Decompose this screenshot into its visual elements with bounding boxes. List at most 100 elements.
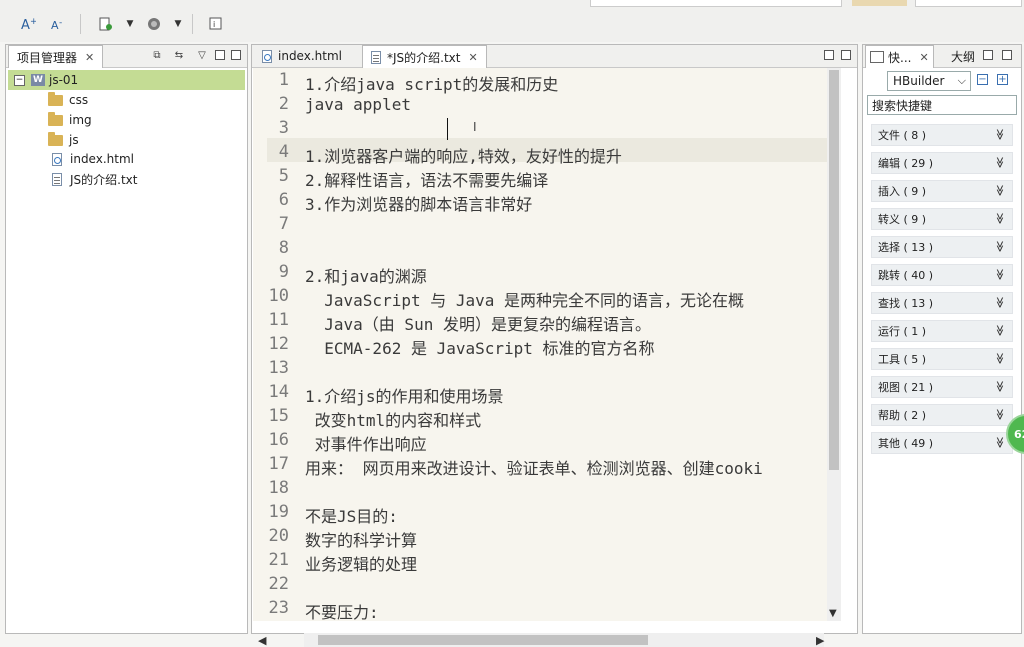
code-line[interactable]: JavaScript 与 Java 是两种完全不同的语言，无论在概 <box>305 287 744 311</box>
line-number: 7 <box>278 214 289 234</box>
line-number: 13 <box>268 358 289 378</box>
code-line[interactable]: 改变html的内容和样式 <box>305 407 482 431</box>
text-file-icon <box>371 50 381 64</box>
shortcut-category[interactable]: 转义 ( 9 ) ≫ <box>871 208 1013 230</box>
code-line[interactable]: 2.和java的渊源 <box>305 263 427 287</box>
tree-item-label: index.html <box>70 152 134 166</box>
expand-chevron-icon[interactable]: ≫ <box>994 241 1007 253</box>
shortcut-category[interactable]: 插入 ( 9 ) ≫ <box>871 180 1013 202</box>
shortcut-category-label: 运行 ( 1 ) <box>878 325 927 338</box>
collapse-toggle-icon[interactable]: − <box>14 74 25 86</box>
expand-chevron-icon[interactable]: ≫ <box>994 213 1007 225</box>
maximize-icon[interactable] <box>1002 50 1012 60</box>
shortcut-category[interactable]: 帮助 ( 2 ) ≫ <box>871 404 1013 426</box>
expand-icon[interactable]: + <box>997 74 1008 85</box>
shortcut-category[interactable]: 运行 ( 1 ) ≫ <box>871 320 1013 342</box>
code-line[interactable]: 1.浏览器客户端的响应,特效，友好性的提升 <box>305 143 622 167</box>
close-icon[interactable]: ✕ <box>85 51 94 64</box>
link-editor-icon[interactable]: ⇆ <box>173 49 185 61</box>
shortcut-category[interactable]: 其他 ( 49 ) ≫ <box>871 432 1013 454</box>
expand-chevron-icon[interactable]: ≫ <box>994 381 1007 393</box>
shortcut-category-label: 插入 ( 9 ) <box>878 185 927 198</box>
minimize-icon[interactable] <box>215 50 225 60</box>
code-line[interactable]: 数字的科学计算 <box>305 527 417 551</box>
shortcut-category[interactable]: 工具 ( 5 ) ≫ <box>871 348 1013 370</box>
line-number: 21 <box>268 550 289 570</box>
expand-chevron-icon[interactable]: ≫ <box>994 353 1007 365</box>
code-line[interactable]: 1.介绍java script的发展和历史 <box>305 71 558 95</box>
shortcut-search-input[interactable]: 搜索快捷键 <box>867 95 1017 115</box>
code-line[interactable]: java applet <box>305 95 411 114</box>
code-line[interactable]: 2.解释性语言，语法不需要先编译 <box>305 167 548 191</box>
shortcut-category[interactable]: 视图 ( 21 ) ≫ <box>871 376 1013 398</box>
close-icon[interactable]: ✕ <box>468 51 477 64</box>
horizontal-scrollbar[interactable]: ◀ ▶ <box>258 633 824 647</box>
tree-item-css[interactable]: css <box>48 90 88 110</box>
code-line[interactable]: Java（由 Sun 发明）是更复杂的编程语言。 <box>305 311 651 335</box>
shortcut-category[interactable]: 编辑 ( 29 ) ≫ <box>871 152 1013 174</box>
top-select-strip[interactable] <box>915 0 1022 7</box>
vertical-scrollbar[interactable]: ▼ <box>827 68 841 621</box>
new-file-icon[interactable] <box>96 14 116 34</box>
svg-text:A: A <box>51 19 59 32</box>
tab-project-manager[interactable]: 项目管理器 ✕ <box>8 45 104 68</box>
folder-icon <box>48 111 63 126</box>
shortcut-category[interactable]: 跳转 ( 40 ) ≫ <box>871 264 1013 286</box>
font-decrease-icon[interactable]: A- <box>48 14 68 34</box>
code-line[interactable]: 用来： 网页用来改进设计、验证表单、检测浏览器、创建cooki <box>305 455 763 479</box>
scroll-down-icon[interactable]: ▼ <box>829 608 837 619</box>
expand-chevron-icon[interactable]: ≫ <box>994 157 1007 169</box>
tree-item-js[interactable]: js <box>48 130 79 150</box>
tab-js-txt[interactable]: *JS的介绍.txt ✕ <box>362 45 487 68</box>
scroll-left-icon[interactable]: ◀ <box>258 634 266 647</box>
collapse-icon[interactable]: − <box>977 74 988 85</box>
tree-item-js-txt[interactable]: JS的介绍.txt <box>52 169 137 189</box>
shortcut-category[interactable]: 选择 ( 13 ) ≫ <box>871 236 1013 258</box>
tree-item-img[interactable]: img <box>48 110 92 130</box>
tree-root[interactable]: − W js-01 <box>8 70 245 90</box>
scroll-right-icon[interactable]: ▶ <box>816 634 824 647</box>
font-increase-icon[interactable]: A + <box>18 14 38 34</box>
minimize-icon[interactable] <box>824 50 834 60</box>
maximize-icon[interactable] <box>841 50 851 60</box>
expand-chevron-icon[interactable]: ≫ <box>994 129 1007 141</box>
top-input-strip[interactable] <box>590 0 842 7</box>
scrollbar-thumb[interactable] <box>829 70 839 470</box>
code-line[interactable]: 对事件作出响应 <box>305 431 427 455</box>
hscrollbar-thumb[interactable] <box>318 635 648 645</box>
close-icon[interactable]: ✕ <box>919 51 928 64</box>
view-menu-icon[interactable]: ▽ <box>196 49 208 61</box>
expand-chevron-icon[interactable]: ≫ <box>994 409 1007 421</box>
new-dropdown-icon[interactable]: ▼ <box>120 14 140 34</box>
expand-chevron-icon[interactable]: ≫ <box>994 185 1007 197</box>
code-line[interactable]: ECMA-262 是 JavaScript 标准的官方名称 <box>305 335 654 359</box>
scheme-select[interactable]: HBuilder ⌵ <box>887 71 971 91</box>
tree-root-label: js-01 <box>49 73 79 87</box>
code-line[interactable]: 不要压力: <box>305 599 379 621</box>
code-editor[interactable]: 1 1.介绍java script的发展和历史 2 java applet 3 4 1.浏览… <box>253 68 841 621</box>
web-project-icon: W <box>31 74 45 86</box>
code-line[interactable]: 不是JS目的: <box>305 503 398 527</box>
maximize-icon[interactable] <box>231 50 241 60</box>
code-line[interactable]: 1.介绍js的作用和使用场景 <box>305 383 504 407</box>
tab-index-html[interactable]: index.html <box>254 45 350 67</box>
code-line[interactable]: 业务逻辑的处理 <box>305 551 417 575</box>
tab-shortcuts[interactable]: 快... ✕ <box>865 45 934 68</box>
collapse-all-icon[interactable]: ⧉ <box>151 49 163 61</box>
line-number: 19 <box>268 502 289 522</box>
code-line[interactable]: 3.作为浏览器的脚本语言非常好 <box>305 191 532 215</box>
tab-outline[interactable]: 大纲 <box>943 45 983 67</box>
tree-item-label: JS的介绍.txt <box>70 172 138 187</box>
minimize-icon[interactable] <box>983 50 993 60</box>
expand-chevron-icon[interactable]: ≫ <box>994 325 1007 337</box>
expand-chevron-icon[interactable]: ≫ <box>994 269 1007 281</box>
expand-chevron-icon[interactable]: ≫ <box>994 297 1007 309</box>
run-dropdown-icon[interactable]: ▼ <box>168 14 188 34</box>
top-button-strip[interactable] <box>852 0 907 6</box>
shortcut-category[interactable]: 查找 ( 13 ) ≫ <box>871 292 1013 314</box>
expand-chevron-icon[interactable]: ≫ <box>994 437 1007 449</box>
shortcut-category[interactable]: 文件 ( 8 ) ≫ <box>871 124 1013 146</box>
help-icon[interactable]: i <box>206 14 226 34</box>
tree-item-index-html[interactable]: index.html <box>52 149 134 169</box>
run-icon[interactable] <box>144 14 164 34</box>
